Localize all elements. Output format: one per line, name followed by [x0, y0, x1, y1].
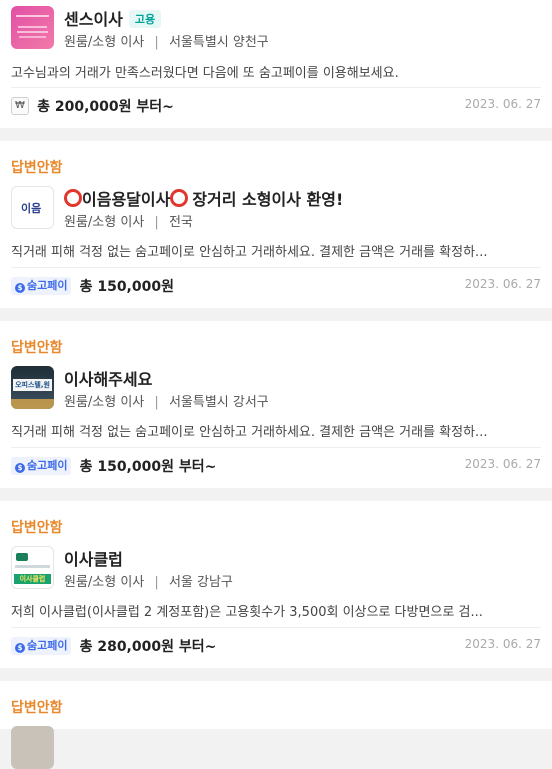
quote-date: 2023. 06. 27: [464, 97, 541, 111]
provider-name: 이사해주세요: [64, 370, 153, 389]
divider: [11, 87, 541, 88]
service-meta: 원룸/소형 이사 | 서울특별시 양천구: [64, 31, 269, 50]
quote-price: 총 280,000원 부터~: [79, 638, 217, 655]
soomgo-pay-tag: $ 숨고페이: [11, 636, 72, 655]
separator: |: [154, 575, 159, 590]
separator: |: [154, 35, 159, 50]
price-row: $ 숨고페이 총 150,000원 2023. 06. 27: [11, 275, 541, 297]
quote-card[interactable]: 답변안함 이사클럽 이사클럽 원룸/소형 이사 | 서울 강남구 저희 이사클럽…: [0, 501, 552, 668]
quote-card[interactable]: 답변안함 이음 이음용달이사 장거리 소형이사 환영! 원룸/소형 이사 | 전국…: [0, 141, 552, 308]
quote-card[interactable]: 센스이사 고용 원룸/소형 이사 | 서울특별시 양천구 고수님과의 거래가 만족…: [0, 0, 552, 128]
red-circle-icon: [170, 189, 189, 207]
quote-card[interactable]: 답변안함 오피스텔,원룸 이사해주세요 원룸/소형 이사 | 서울특별시 강서구…: [0, 321, 552, 488]
price-row: $ 숨고페이 총 280,000원 부터~ 2023. 06. 27: [11, 635, 541, 657]
last-message: 직거래 피해 걱정 없는 숨고페이로 안심하고 거래하세요. 결제한 금액은 거…: [11, 245, 488, 260]
thumbnail-sign: 오피스텔,원룸: [13, 379, 52, 391]
provider-thumbnail: [11, 6, 54, 49]
won-icon: ₩: [11, 96, 29, 115]
provider-name: 센스이사 고용: [64, 6, 162, 30]
provider-name: 이사클럽: [64, 550, 123, 569]
last-message: 저희 이사클럽(이사클럽 2 계정포함)은 고용횟수가 3,500회 이상으로 …: [11, 605, 483, 620]
provider-name: 이음용달이사 장거리 소형이사 환영!: [64, 186, 343, 210]
service-category: 원룸/소형 이사: [64, 215, 145, 230]
pay-icon: $: [15, 282, 25, 293]
quote-feed: 센스이사 고용 원룸/소형 이사 | 서울특별시 양천구 고수님과의 거래가 만족…: [0, 0, 552, 769]
quote-date: 2023. 06. 27: [464, 277, 541, 291]
service-category: 원룸/소형 이사: [64, 35, 145, 50]
provider-name-suffix: 장거리 소형이사 환영!: [192, 190, 344, 209]
red-circle-icon: [64, 189, 82, 207]
reply-status: 답변안함: [11, 340, 63, 356]
service-location: 서울특별시 강서구: [168, 395, 269, 410]
provider-name-text: 센스이사: [64, 10, 123, 29]
service-meta: 원룸/소형 이사 | 전국: [64, 211, 193, 230]
service-meta: 원룸/소형 이사 | 서울특별시 강서구: [64, 391, 269, 410]
quote-date: 2023. 06. 27: [464, 457, 541, 471]
thumbnail-logo: 이사클럽: [14, 574, 51, 584]
separator: |: [154, 215, 159, 230]
hired-badge: 고용: [128, 10, 162, 28]
quote-price: 총 150,000원: [79, 278, 174, 295]
quote-price: 총 200,000원 부터~: [37, 98, 174, 115]
price-row: ₩ 총 200,000원 부터~ 2023. 06. 27: [11, 95, 541, 117]
soomgo-pay-tag: $ 숨고페이: [11, 456, 72, 475]
provider-thumbnail: 이음: [11, 186, 54, 229]
divider: [11, 627, 541, 628]
soomgo-pay-tag: $ 숨고페이: [11, 276, 72, 295]
pay-icon: $: [15, 642, 25, 653]
service-meta: 원룸/소형 이사 | 서울 강남구: [64, 571, 233, 590]
service-location: 서울특별시 양천구: [168, 35, 269, 50]
reply-status: 답변안함: [11, 160, 63, 176]
service-location: 서울 강남구: [168, 575, 233, 590]
last-message: 고수님과의 거래가 만족스러웠다면 다음에 또 숨고페이를 이용해보세요.: [11, 66, 399, 81]
provider-thumbnail: 이사클럽: [11, 546, 54, 589]
reply-status: 답변안함: [11, 520, 63, 536]
thumbnail-logo: 이음: [21, 202, 42, 215]
provider-name-text: 이음용달이사: [82, 190, 171, 209]
reply-status: 답변안함: [11, 700, 63, 716]
pay-label: 숨고페이: [27, 458, 68, 472]
provider-thumbnail: [11, 726, 54, 769]
service-category: 원룸/소형 이사: [64, 575, 145, 590]
separator: |: [154, 395, 159, 410]
quote-card[interactable]: 답변안함: [0, 681, 552, 769]
pay-icon: $: [15, 462, 25, 473]
price-row: $ 숨고페이 총 150,000원 부터~ 2023. 06. 27: [11, 455, 541, 477]
pay-label: 숨고페이: [27, 638, 68, 652]
provider-thumbnail: 오피스텔,원룸: [11, 366, 54, 409]
service-category: 원룸/소형 이사: [64, 395, 145, 410]
pay-label: 숨고페이: [27, 278, 68, 292]
quote-date: 2023. 06. 27: [464, 637, 541, 651]
last-message: 직거래 피해 걱정 없는 숨고페이로 안심하고 거래하세요. 결제한 금액은 거…: [11, 425, 488, 440]
divider: [11, 267, 541, 268]
quote-price: 총 150,000원 부터~: [79, 458, 217, 475]
divider: [11, 447, 541, 448]
service-location: 전국: [168, 215, 193, 230]
